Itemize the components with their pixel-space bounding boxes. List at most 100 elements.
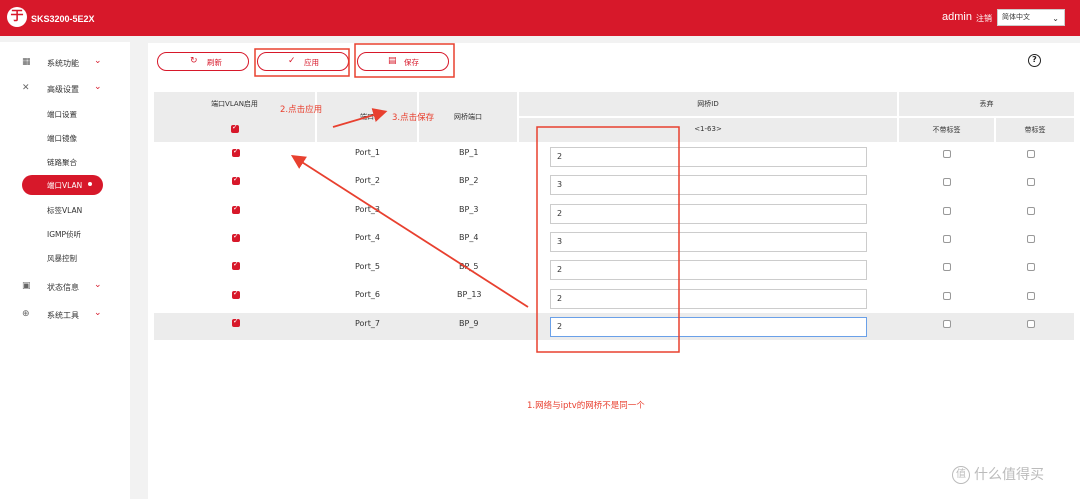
sidebar-item-port-vlan[interactable]: 端口VLAN [22,175,103,195]
chevron-down-icon: ⌄ [94,280,102,290]
save-button-label: 保存 [404,58,419,67]
tagged-checkbox[interactable] [1027,263,1035,271]
annotation-note1: 1.网络与iptv的网桥不是同一个 [527,401,645,411]
row-port: Port_4 [355,233,380,242]
sidebar-group-status-info[interactable]: ▣ 状态信息 ⌄ [0,277,130,297]
untagged-checkbox[interactable] [943,235,951,243]
tagged-checkbox[interactable] [1027,207,1035,215]
wrench-icon: ✕ [22,83,30,93]
row-bridge-port: BP_9 [459,319,479,328]
row-enable-checkbox[interactable] [232,147,240,157]
save-button[interactable]: ▤ 保存 [357,52,449,71]
header-discard-cell: 丢弃 [899,92,1074,116]
bridge-id-input[interactable]: 3 [550,175,867,195]
header-tagged: 带标签 [1024,126,1046,134]
current-user: admin [942,11,972,23]
watermark-logo-icon: 值 [952,466,970,484]
untagged-checkbox[interactable] [943,207,951,215]
globe-icon: ⊕ [22,309,30,319]
bridge-id-input[interactable]: 2 [550,260,867,280]
device-model: SKS3200-5E2X [31,14,95,24]
bridge-id-input[interactable]: 2 [550,147,867,167]
row-port: Port_1 [355,148,380,157]
sidebar-group-label: 系统工具 [47,311,79,320]
header-untagged-cell: 不带标签 [899,118,994,142]
tagged-checkbox[interactable] [1027,150,1035,158]
chevron-down-icon: ⌄ [1052,14,1059,23]
row-enable-checkbox[interactable] [232,175,240,185]
sidebar-item-igmp-snooping[interactable]: IGMP侦听 [47,229,81,240]
sidebar-item-port-settings[interactable]: 端口设置 [47,109,77,120]
row-bridge-port: BP_4 [459,233,479,242]
annotation-step2: 2.点击应用 [280,105,323,115]
sidebar-item-port-mirror[interactable]: 端口镜像 [47,133,77,144]
sidebar: ▦ 系统功能 ⌄ ✕ 高级设置 ⌄ 端口设置 端口镜像 链路聚合 端口VLAN … [0,42,130,499]
sidebar-item-storm-control[interactable]: 风暴控制 [47,253,77,264]
sidebar-group-label: 系统功能 [47,59,79,68]
untagged-checkbox[interactable] [943,292,951,300]
row-port: Port_6 [355,290,380,299]
annotation-step3: 3.点击保存 [392,113,435,123]
tagged-checkbox[interactable] [1027,320,1035,328]
untagged-checkbox[interactable] [943,150,951,158]
row-bridge-port: BP_1 [459,148,479,157]
bridge-id-input[interactable]: 3 [550,232,867,252]
sidebar-group-label: 状态信息 [47,283,79,292]
untagged-checkbox[interactable] [943,178,951,186]
row-bridge-port: BP_2 [459,176,479,185]
header-bridge-id-cell: 网桥ID [519,92,897,116]
bridge-id-input[interactable]: 2 [550,317,867,337]
sidebar-group-system-functions[interactable]: ▦ 系统功能 ⌄ [0,53,130,73]
select-all-checkbox[interactable] [231,123,239,133]
row-enable-checkbox[interactable] [232,260,240,270]
tagged-checkbox[interactable] [1027,235,1035,243]
sidebar-group-system-tools[interactable]: ⊕ 系统工具 ⌄ [0,305,130,325]
logout-link[interactable]: 注销 [976,13,992,24]
monitor-icon: ▣ [22,281,31,291]
refresh-button[interactable]: ↻ 刷新 [157,52,249,71]
brand-logo-icon: 于 [7,7,27,27]
row-port: Port_2 [355,176,380,185]
top-bar: 于 SKS3200-5E2X admin 注销 简体中文 ⌄ [0,0,1080,36]
language-select[interactable]: 简体中文 ⌄ [997,9,1065,26]
header-bridge-id: 网桥ID [697,100,719,108]
chevron-down-icon: ⌄ [94,82,102,92]
untagged-checkbox[interactable] [943,263,951,271]
apply-button-label: 应用 [304,58,319,67]
bridge-id-input[interactable]: 2 [550,204,867,224]
watermark: 值什么值得买 [952,464,1044,484]
row-bridge-port: BP_13 [457,290,482,299]
untagged-checkbox[interactable] [943,320,951,328]
row-port: Port_7 [355,319,380,328]
refresh-icon: ↻ [190,56,198,66]
header-discard: 丢弃 [979,100,994,108]
language-select-value: 简体中文 [1002,13,1030,21]
check-icon: ✓ [288,56,296,66]
apply-button[interactable]: ✓ 应用 [257,52,349,71]
row-port: Port_3 [355,205,380,214]
refresh-button-label: 刷新 [207,58,222,67]
row-enable-checkbox[interactable] [232,289,240,299]
sidebar-group-label: 高级设置 [47,85,79,94]
sidebar-item-label: 端口VLAN [47,181,83,190]
active-dot-icon [88,182,92,186]
bridge-id-input[interactable]: 2 [550,289,867,309]
help-icon[interactable]: ? [1028,54,1041,67]
save-icon: ▤ [388,56,397,66]
row-enable-checkbox[interactable] [232,317,240,327]
tagged-checkbox[interactable] [1027,178,1035,186]
tagged-checkbox[interactable] [1027,292,1035,300]
header-bridge-range: <1-63> [694,125,722,133]
row-enable-checkbox[interactable] [232,232,240,242]
row-port: Port_5 [355,262,380,271]
header-bridge-range-cell: <1-63> [519,118,897,142]
grid-icon: ▦ [22,57,31,67]
sidebar-group-advanced-settings[interactable]: ✕ 高级设置 ⌄ [0,79,130,99]
sidebar-item-link-aggregation[interactable]: 链路聚合 [47,157,77,168]
row-bridge-port: BP_5 [459,262,479,271]
sidebar-item-tag-vlan[interactable]: 标签VLAN [47,205,82,216]
header-tagged-cell: 带标签 [996,118,1074,142]
header-untagged: 不带标签 [932,126,961,134]
row-enable-checkbox[interactable] [232,204,240,214]
chevron-down-icon: ⌄ [94,308,102,318]
